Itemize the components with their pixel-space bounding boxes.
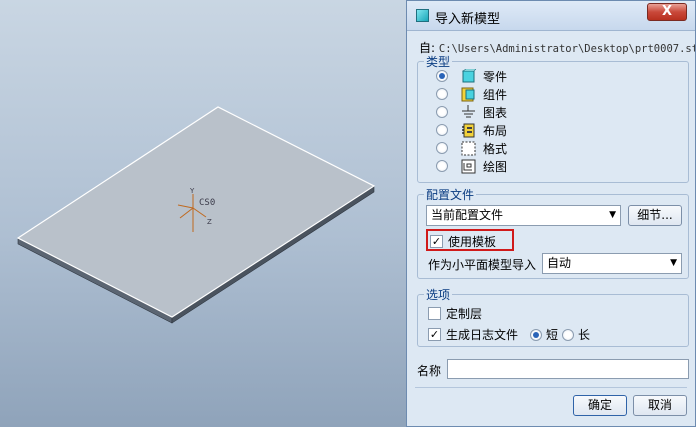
close-button[interactable]: X [647,3,687,21]
format-label: 格式 [483,141,508,156]
format-radio[interactable] [436,142,448,154]
type-option-assembly[interactable]: 组件 [436,86,507,102]
model-app-icon [416,9,429,22]
use-template-label: 使用模板 [448,235,497,249]
dialog-titlebar[interactable]: 导入新模型 X [407,1,695,31]
layout-radio[interactable] [436,124,448,136]
layout-icon [462,123,475,137]
drawing-icon [461,159,476,173]
import-as-facet-value: 自动 [547,256,572,270]
log-file-checkbox[interactable]: ✓ [428,328,441,341]
csys-label: CS0 [199,198,215,208]
assembly-radio[interactable] [436,88,448,100]
drawing-label: 绘图 [483,159,508,174]
profile-group-title: 配置文件 [424,186,477,203]
assembly-icon [461,87,475,101]
use-template-checkbox[interactable]: ✓ [430,235,443,248]
type-option-drawing[interactable]: 绘图 [436,158,507,174]
ok-button[interactable]: 确定 [573,395,627,416]
custom-layer-label: 定制层 [446,307,483,321]
profile-dropdown-value: 当前配置文件 [431,208,504,222]
chevron-down-icon: ▼ [670,258,677,268]
type-option-diagram[interactable]: 图表 [436,104,507,120]
options-group-title: 选项 [424,286,453,303]
format-icon [461,141,476,155]
type-option-format[interactable]: 格式 [436,140,507,156]
dialog-title: 导入新模型 [435,12,501,27]
part-label: 零件 [483,69,508,84]
assembly-label: 组件 [483,87,508,102]
type-option-layout[interactable]: 布局 [436,122,507,138]
model-viewport[interactable]: CS0 Y Z [0,0,406,427]
details-button[interactable]: 细节... [628,205,682,226]
part-icon [462,68,476,82]
custom-layer-checkbox[interactable] [428,307,441,320]
long-label: 长 [578,328,591,342]
diagram-radio[interactable] [436,106,448,118]
import-as-facet-dropdown[interactable]: 自动 ▼ [542,253,682,274]
button-separator [415,387,687,388]
log-file-row[interactable]: ✓ 生成日志文件 短 长 [428,326,590,343]
options-group: 选项 定制层 ✓ 生成日志文件 短 长 [417,286,689,347]
profile-dropdown[interactable]: 当前配置文件 ▼ [426,205,621,226]
layout-label: 布局 [483,123,508,138]
profile-group: 配置文件 当前配置文件 ▼ 细节... ✓ 使用模板 作为小平面模型导入 自动 … [417,186,689,279]
axis-z-label: Z [207,218,212,226]
plate-top-face [16,106,376,318]
short-label: 短 [546,328,559,342]
chevron-down-icon: ▼ [609,210,616,220]
log-file-label: 生成日志文件 [446,328,519,342]
diagram-label: 图表 [483,105,508,120]
custom-layer-row[interactable]: 定制层 [428,305,482,322]
cancel-button[interactable]: 取消 [633,395,687,416]
model-canvas: CS0 Y Z [16,106,376,324]
import-as-facet-label: 作为小平面模型导入 [428,258,537,272]
source-path: C:\Users\Administrator\Desktop\prt0007.s… [438,43,695,55]
name-input[interactable] [447,359,689,379]
type-option-part[interactable]: 零件 [436,68,507,84]
source-path-line: 自: C:\Users\Administrator\Desktop\prt000… [419,39,695,56]
diagram-icon [462,104,475,117]
type-group: 类型 零件 组件 图表 布局 格式 绘图 [417,53,689,183]
name-label: 名称 [417,364,442,378]
drawing-radio[interactable] [436,160,448,172]
long-radio[interactable] [562,328,575,341]
axis-y-label: Y [189,187,195,195]
part-radio[interactable] [436,70,448,82]
short-radio[interactable] [530,328,543,341]
use-template-row[interactable]: ✓ 使用模板 [430,233,496,250]
import-new-model-dialog: 导入新模型 X 自: C:\Users\Administrator\Deskto… [406,0,696,427]
